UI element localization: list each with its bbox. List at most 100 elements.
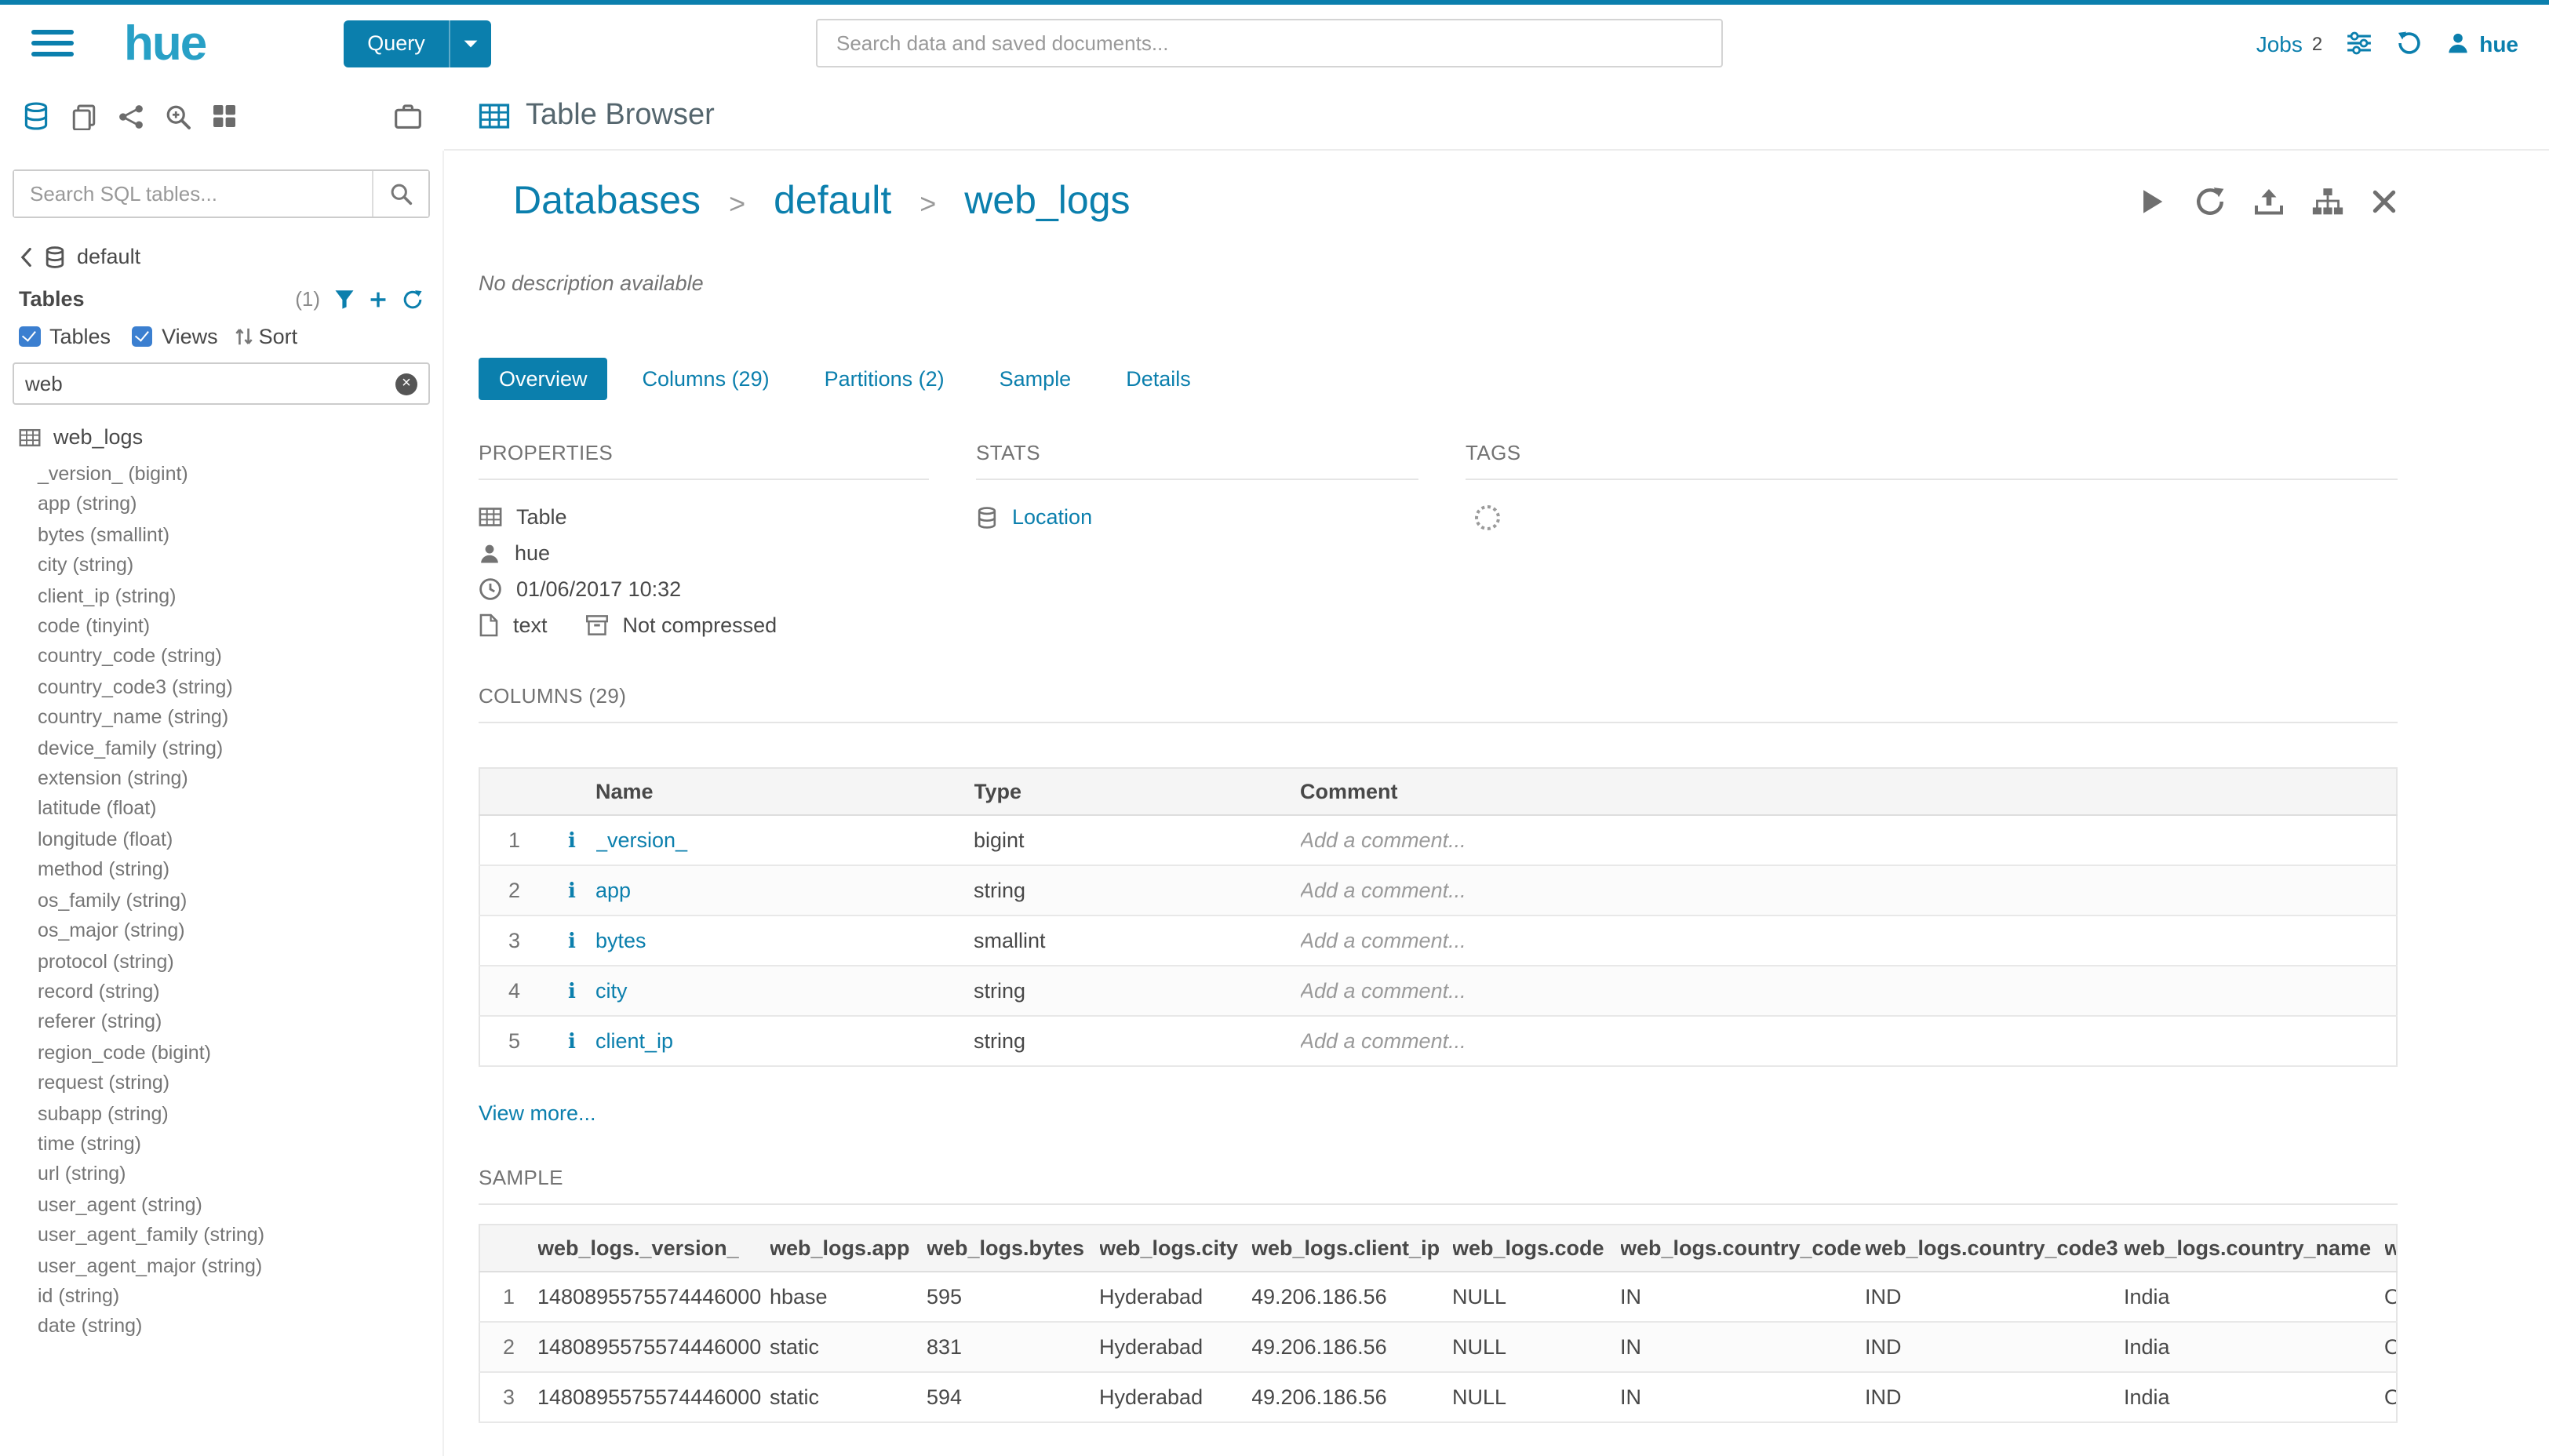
column-name-link[interactable]: app <box>595 879 631 902</box>
tab-sample[interactable]: Sample <box>979 358 1092 400</box>
sidebar-column-item[interactable]: protocol (string) <box>38 947 442 977</box>
sidebar-column-item[interactable]: city (string) <box>38 551 442 581</box>
chevron-left-icon[interactable] <box>19 246 33 268</box>
view-more-link[interactable]: View more... <box>479 1101 596 1125</box>
menu-icon[interactable] <box>31 29 74 57</box>
column-name-link[interactable]: _version_ <box>595 828 687 852</box>
sql-search-input[interactable] <box>14 171 372 217</box>
documents-icon[interactable] <box>71 103 97 129</box>
sidebar-column-item[interactable]: country_code3 (string) <box>38 673 442 704</box>
column-name-cell: client_ip <box>595 1016 974 1066</box>
sidebar-column-item[interactable]: app (string) <box>38 490 442 521</box>
upload-icon[interactable] <box>2253 186 2285 217</box>
sidebar-column-item[interactable]: request (string) <box>38 1068 442 1099</box>
tab-overview[interactable]: Overview <box>479 358 608 400</box>
column-comment[interactable]: Add a comment... <box>1300 865 2397 915</box>
sidebar-column-item[interactable]: url (string) <box>38 1160 442 1191</box>
share-icon[interactable] <box>118 103 144 129</box>
info-icon[interactable]: i <box>568 829 576 853</box>
tab-partitions-2[interactable]: Partitions (2) <box>804 358 965 400</box>
breadcrumb-item[interactable]: Databases <box>513 179 701 224</box>
sidebar-column-item[interactable]: code (tinyint) <box>38 612 442 642</box>
tab-columns-29[interactable]: Columns (29) <box>622 358 790 400</box>
sidebar-column-item[interactable]: bytes (smallint) <box>38 521 442 551</box>
sidebar-column-item[interactable]: method (string) <box>38 856 442 886</box>
sidebar-column-item[interactable]: country_name (string) <box>38 704 442 734</box>
sample-header-cell: web_logs.country_code3 <box>1865 1225 2124 1272</box>
query-button[interactable]: Query <box>344 20 491 67</box>
hue-logo[interactable]: hue <box>124 19 206 67</box>
sidebar-column-item[interactable]: user_agent_major (string) <box>38 1251 442 1282</box>
sidebar-column-item[interactable]: os_major (string) <box>38 916 442 947</box>
table-filter-input[interactable] <box>25 372 395 395</box>
sliders-icon[interactable] <box>2346 31 2372 55</box>
database-icon[interactable] <box>22 102 50 130</box>
clear-filter-icon[interactable]: × <box>395 373 417 395</box>
refresh-icon[interactable] <box>402 288 424 310</box>
storage-icon <box>976 506 998 528</box>
query-button-label: Query <box>344 20 449 67</box>
column-name-link[interactable]: bytes <box>595 929 646 952</box>
compression-icon <box>585 613 609 637</box>
sidebar-column-item[interactable]: record (string) <box>38 977 442 1008</box>
column-comment[interactable]: Add a comment... <box>1300 815 2397 865</box>
sidebar-column-item[interactable]: id (string) <box>38 1282 442 1312</box>
global-search-input[interactable] <box>816 19 1723 67</box>
sidebar-table-web-logs[interactable]: web_logs <box>0 416 442 452</box>
user-menu[interactable]: hue <box>2446 31 2518 56</box>
stats-title: STATS <box>976 441 1418 480</box>
caret-down-icon[interactable] <box>450 20 491 67</box>
sample-header-cell: web_logs._version_ <box>537 1225 770 1272</box>
query-play-icon[interactable] <box>2137 187 2167 217</box>
breadcrumb-item[interactable]: default <box>774 179 891 224</box>
sidebar-column-item[interactable]: device_family (string) <box>38 733 442 764</box>
column-comment[interactable]: Add a comment... <box>1300 1016 2397 1066</box>
column-name-link[interactable]: client_ip <box>595 1029 673 1053</box>
table-description[interactable]: No description available <box>479 271 2549 295</box>
sidebar-column-item[interactable]: time (string) <box>38 1130 442 1160</box>
table-filter-box: × <box>13 362 430 405</box>
info-icon[interactable]: i <box>568 1030 576 1054</box>
sample-cell: India <box>2124 1322 2384 1372</box>
location-link[interactable]: Location <box>1012 502 1092 532</box>
sitemap-icon[interactable] <box>2311 187 2344 217</box>
search-icon[interactable] <box>372 171 428 217</box>
sort-control[interactable]: Sort <box>234 325 298 348</box>
search-plus-icon[interactable] <box>165 103 191 129</box>
sidebar-column-item[interactable]: region_code (bigint) <box>38 1038 442 1068</box>
breadcrumb-item[interactable]: web_logs <box>964 179 1130 224</box>
sidebar-column-item[interactable]: client_ip (string) <box>38 581 442 612</box>
columns-table-body: 1i_version_bigintAdd a comment...2iappst… <box>479 815 2397 1066</box>
sidebar-column-item[interactable]: date (string) <box>38 1312 442 1343</box>
filter-icon[interactable] <box>334 289 355 309</box>
info-icon[interactable]: i <box>568 879 576 903</box>
refresh-table-icon[interactable] <box>2194 185 2227 218</box>
sidebar-column-item[interactable]: _version_ (bigint) <box>38 460 442 490</box>
sidebar-column-item[interactable]: latitude (float) <box>38 795 442 825</box>
close-icon[interactable] <box>2371 188 2398 215</box>
add-icon[interactable] <box>369 289 388 308</box>
current-database-label[interactable]: default <box>77 245 140 268</box>
sidebar-column-item[interactable]: user_agent (string) <box>38 1191 442 1221</box>
history-icon[interactable] <box>2396 30 2423 56</box>
sidebar-column-item[interactable]: os_family (string) <box>38 886 442 916</box>
column-name-link[interactable]: city <box>595 979 628 1003</box>
sidebar-column-item[interactable]: user_agent_family (string) <box>38 1221 442 1251</box>
apps-grid-icon[interactable] <box>212 104 237 129</box>
sidebar-column-item[interactable]: referer (string) <box>38 1008 442 1039</box>
sidebar-column-item[interactable]: extension (string) <box>38 764 442 795</box>
briefcase-icon[interactable] <box>394 102 422 130</box>
table-type-icon <box>479 505 502 529</box>
object-type: Table <box>516 502 567 532</box>
info-icon[interactable]: i <box>568 930 576 953</box>
tables-checkbox[interactable] <box>19 326 40 348</box>
jobs-link[interactable]: Jobs <box>2256 31 2303 56</box>
sidebar-column-item[interactable]: country_code (string) <box>38 642 442 673</box>
tab-details[interactable]: Details <box>1105 358 1211 400</box>
sidebar-column-item[interactable]: longitude (float) <box>38 825 442 856</box>
column-comment[interactable]: Add a comment... <box>1300 966 2397 1016</box>
column-comment[interactable]: Add a comment... <box>1300 915 2397 966</box>
sidebar-column-item[interactable]: subapp (string) <box>38 1099 442 1130</box>
views-checkbox[interactable] <box>131 326 152 348</box>
info-icon[interactable]: i <box>568 980 576 1003</box>
